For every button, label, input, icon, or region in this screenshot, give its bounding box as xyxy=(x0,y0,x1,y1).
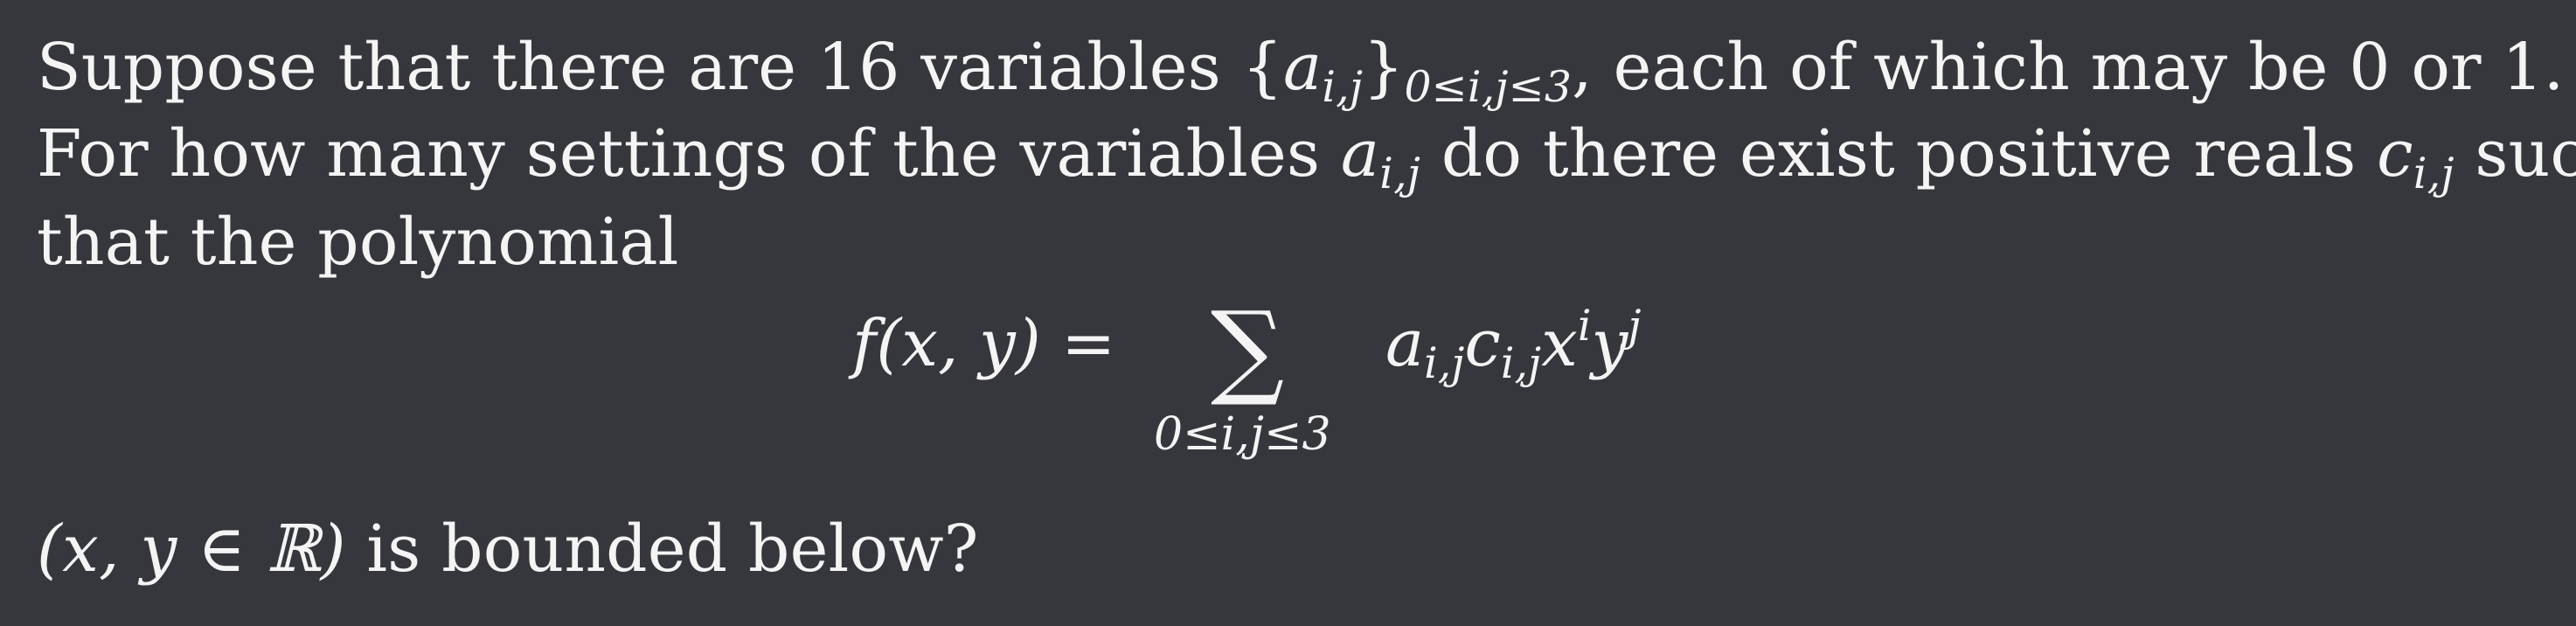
summand-c: c xyxy=(1464,306,1501,381)
question-text: is bounded below? xyxy=(345,511,979,587)
formula-summand: ai,jci,jxiyj xyxy=(1385,304,1641,385)
line-2-text-after: such xyxy=(2475,116,2576,191)
summand-x-exponent: i xyxy=(1577,300,1592,351)
line-2-text-before: For how many settings of the variables xyxy=(37,116,1341,191)
set-variable-a: a xyxy=(1282,30,1323,105)
variable-a-subscript: i,j xyxy=(1379,148,1421,198)
set-open-brace: { xyxy=(1241,30,1283,105)
summation-symbol: ∑ xyxy=(1211,289,1285,409)
variable-c-subscript: i,j xyxy=(2413,148,2454,198)
set-variable-a-subscript: i,j xyxy=(1322,61,1364,112)
problem-line-3: that the polynomial xyxy=(37,210,679,275)
summand-y-exponent: j xyxy=(1628,300,1642,351)
line-1-text-before: Suppose that there are 16 variables xyxy=(37,30,1242,105)
summand-a-subscript: i,j xyxy=(1424,337,1465,388)
set-index-range: 0≤i,j≤3 xyxy=(1404,61,1573,112)
set-close-brace: } xyxy=(1363,30,1405,105)
variable-a: a xyxy=(1340,116,1380,191)
problem-line-final: (x, y ∈ ℝ) is bounded below? xyxy=(37,517,979,581)
line-3-text: that the polynomial xyxy=(37,205,679,280)
line-2-text-middle: do there exist positive reals xyxy=(1420,116,2378,191)
summand-y: y xyxy=(1591,306,1628,381)
line-1-text-after: , each of which may be 0 or 1. xyxy=(1572,30,2565,105)
problem-line-1: Suppose that there are 16 variables {ai,… xyxy=(37,35,2564,108)
summand-c-subscript: i,j xyxy=(1500,337,1542,388)
display-formula: f(x, y) = ∑ 0≤i,j≤3 ai,jci,jxiyj xyxy=(852,297,1831,472)
problem-statement: Suppose that there are 16 variables {ai,… xyxy=(0,0,2576,626)
summand-a: a xyxy=(1385,306,1425,381)
formula-lhs: f(x, y) = xyxy=(852,306,1116,381)
variable-c: c xyxy=(2377,116,2413,191)
problem-line-2: For how many settings of the variables a… xyxy=(37,122,2576,195)
domain-condition: (x, y ∈ ℝ) xyxy=(37,511,346,587)
summand-x: x xyxy=(1541,306,1578,381)
summation-limits: 0≤i,j≤3 xyxy=(1154,408,1331,461)
